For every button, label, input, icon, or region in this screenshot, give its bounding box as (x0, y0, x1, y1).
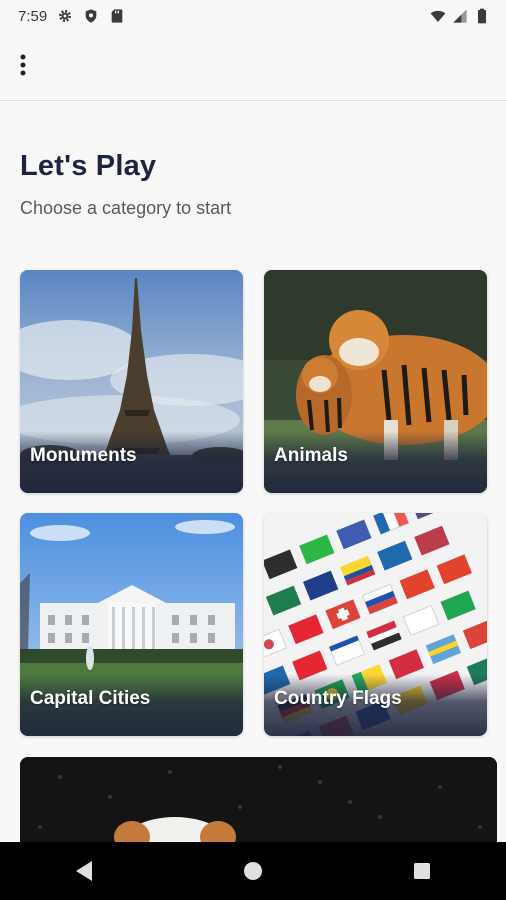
app-bar (0, 32, 506, 101)
signal-icon (453, 9, 467, 23)
shield-icon (85, 9, 97, 23)
category-label: Animals (274, 445, 348, 466)
more-vert-icon (20, 54, 26, 76)
system-nav-bar (0, 842, 506, 900)
category-card-partial[interactable] (20, 757, 497, 843)
animal-photo-partial (20, 757, 497, 843)
back-icon (76, 861, 93, 881)
wifi-icon (430, 10, 446, 22)
category-card-capital-cities[interactable]: Capital Cities (20, 513, 243, 736)
status-bar: 7:59 (0, 0, 506, 32)
sd-card-icon (111, 9, 123, 23)
overflow-menu-button[interactable] (8, 50, 38, 80)
category-label: Capital Cities (30, 688, 151, 709)
nav-home-button[interactable] (233, 851, 273, 891)
nav-recents-button[interactable] (402, 851, 442, 891)
page-title: Let's Play (20, 150, 157, 182)
battery-icon (478, 8, 486, 24)
category-card-country-flags[interactable]: Country Flags (264, 513, 487, 736)
page-subtitle: Choose a category to start (20, 198, 232, 218)
recents-icon (413, 863, 430, 879)
status-time: 7:59 (18, 7, 48, 25)
nav-back-button[interactable] (64, 851, 104, 891)
settings-icon (59, 10, 72, 22)
category-card-animals[interactable]: Animals (264, 270, 487, 493)
home-icon (243, 862, 262, 880)
category-label: Monuments (30, 445, 137, 466)
category-card-monuments[interactable]: Monuments (20, 270, 243, 493)
category-label: Country Flags (274, 688, 402, 709)
